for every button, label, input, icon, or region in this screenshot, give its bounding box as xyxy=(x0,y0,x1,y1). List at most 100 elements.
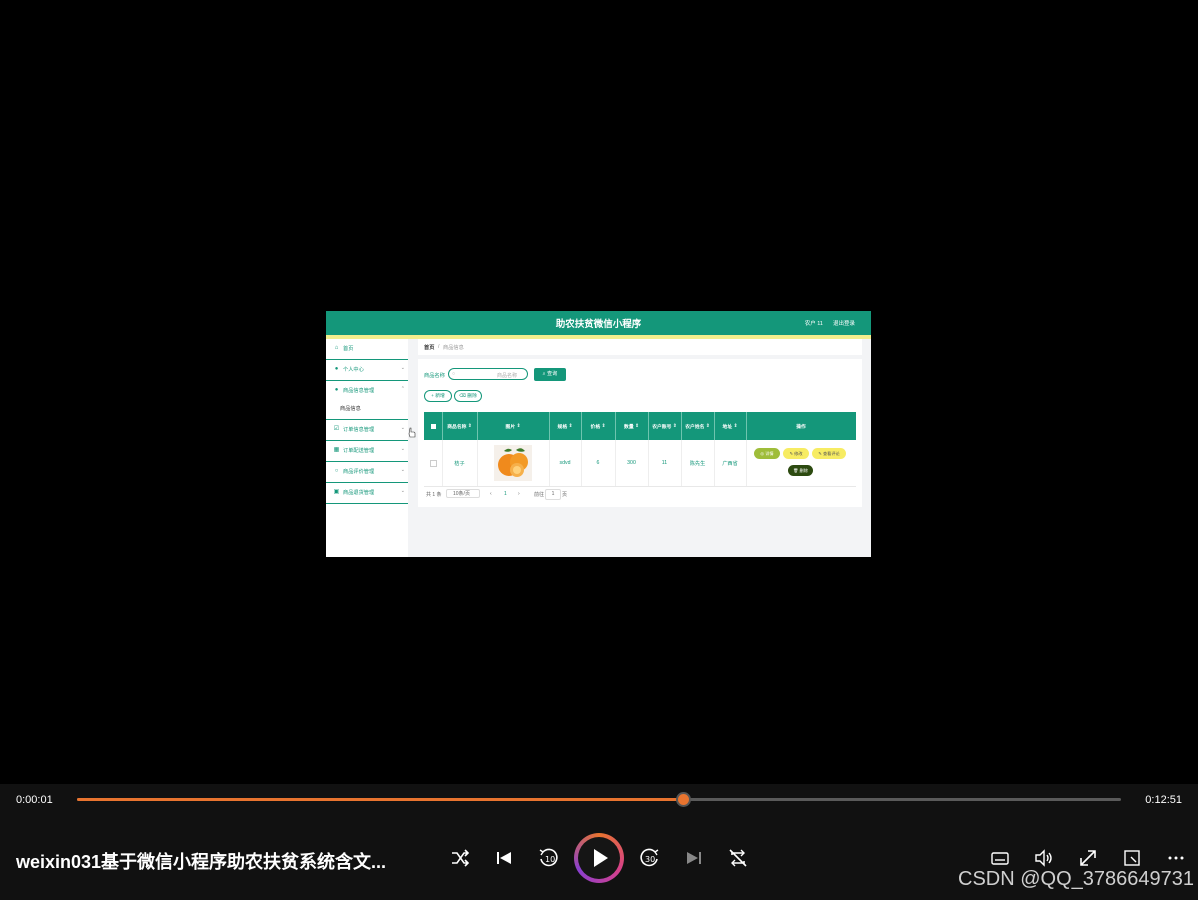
previous-icon[interactable] xyxy=(491,845,517,871)
prev-page-icon[interactable]: ‹ xyxy=(490,491,492,497)
search-icon: ⌕ xyxy=(542,371,546,377)
trash-icon: ⌫ xyxy=(459,394,466,399)
cell-price: 6 xyxy=(581,440,616,486)
hand-cursor-icon xyxy=(408,427,416,438)
delivery-icon: ▦ xyxy=(333,447,340,453)
page-size-select[interactable]: 10条/页 xyxy=(446,489,480,498)
sidebar: ⌂ 首页 ● 个人中心 ⌄ ● 商品信息管理 ⌃ 商品信息 ☑ 订单信息管理 ⌄… xyxy=(326,339,408,557)
column-header-label: 地址 xyxy=(722,424,733,430)
play-button[interactable] xyxy=(574,833,624,883)
svg-text:30: 30 xyxy=(645,855,655,864)
column-header[interactable]: 商品名称 ⇕ xyxy=(442,412,478,440)
column-header-label: 操作 xyxy=(796,424,806,430)
rewind-10-icon[interactable]: 10 xyxy=(535,845,561,871)
query-button-label: 查询 xyxy=(546,371,558,377)
column-header[interactable]: 农户账号 ⇕ xyxy=(648,412,682,440)
cell-farmer-account: 11 xyxy=(648,440,682,486)
next-icon[interactable] xyxy=(681,845,707,871)
breadcrumb-separator: / xyxy=(438,344,440,350)
sidebar-item-orders[interactable]: ☑ 订单信息管理 ⌄ xyxy=(326,420,408,441)
chevron-down-icon: ⌄ xyxy=(400,467,405,473)
sidebar-item-label: 首页 xyxy=(343,346,354,352)
page-unit-label: 页 xyxy=(562,492,568,498)
seek-bar-thumb[interactable] xyxy=(675,792,691,807)
column-header-label: 商品名称 xyxy=(447,424,467,430)
cell-quantity: 300 xyxy=(615,440,649,486)
view-comments-label: 查看评论 xyxy=(822,451,840,456)
search-input[interactable]: ○ 商品名称 xyxy=(448,368,528,380)
detail-button[interactable]: ◎ 详情 xyxy=(754,448,780,459)
sidebar-item-label: 订单信息管理 xyxy=(343,427,375,433)
goto-label: 前往 xyxy=(534,492,545,498)
app-title: 助农扶贫微信小程序 xyxy=(555,319,642,330)
chevron-down-icon: ⌄ xyxy=(400,488,405,494)
add-button[interactable]: + 新增 xyxy=(424,390,452,402)
cell-spec: sdvd xyxy=(549,440,582,486)
seek-bar[interactable] xyxy=(77,792,1121,807)
goto-page-input[interactable]: 1 xyxy=(545,489,561,500)
video-frame: 助农扶贫微信小程序 农户 11 退出登录 ⌂ 首页 ● 个人中心 ⌄ ● 商品信… xyxy=(326,311,871,557)
sidebar-item-label: 商品信息管理 xyxy=(343,388,375,394)
column-header-label: 规格 xyxy=(557,424,568,430)
detail-button-label: 详情 xyxy=(765,451,774,456)
seek-bar-progress xyxy=(77,798,683,801)
query-button[interactable]: ⌕ 查询 xyxy=(534,368,566,381)
select-all-checkbox[interactable] xyxy=(424,412,443,440)
column-header[interactable]: 规格 ⇕ xyxy=(549,412,582,440)
logout-link[interactable]: 退出登录 xyxy=(833,319,855,327)
sidebar-item-reviews[interactable]: ○ 商品评价管理 ⌄ xyxy=(326,462,408,483)
view-comments-button[interactable]: ✎ 查看评论 xyxy=(812,448,846,459)
app-header: 助农扶贫微信小程序 农户 11 退出登录 xyxy=(326,311,871,335)
breadcrumb: 首页 / 商品信息 xyxy=(418,339,862,355)
delete-button[interactable]: 🗑 删除 xyxy=(788,465,813,476)
shuffle-icon[interactable] xyxy=(447,845,473,871)
column-header[interactable]: 价格 ⇕ xyxy=(581,412,616,440)
svg-text:10: 10 xyxy=(545,855,555,864)
delete-selected-label: 删除 xyxy=(467,394,477,399)
breadcrumb-current: 商品信息 xyxy=(443,345,464,351)
row-checkbox[interactable] xyxy=(424,440,443,486)
column-header-label: 价格 xyxy=(590,424,601,430)
column-header-label: 数量 xyxy=(624,424,634,430)
column-header[interactable]: 农户姓名 ⇕ xyxy=(681,412,715,440)
comment-icon: ○ xyxy=(334,468,339,474)
home-icon: ⌂ xyxy=(334,345,339,351)
column-header[interactable]: 地址 ⇕ xyxy=(714,412,747,440)
watermark: CSDN @QQ_3786649731 xyxy=(958,868,1194,890)
sidebar-item-delivery[interactable]: ▦ 订单配送管理 ⌄ xyxy=(326,441,408,462)
delete-button-label: 删除 xyxy=(799,468,808,473)
search-label: 商品名称 xyxy=(424,373,445,379)
current-time: 0:00:01 xyxy=(16,794,53,806)
chevron-down-icon: ⌄ xyxy=(400,425,405,431)
sidebar-item-label: 订单配送管理 xyxy=(343,448,375,454)
column-header[interactable]: 数量 ⇕ xyxy=(615,412,649,440)
current-page[interactable]: 1 xyxy=(504,491,507,497)
player-controls: 0:00:01 0:12:51 weixin031基于微信小程序助农扶贫系统含文… xyxy=(0,784,1198,900)
lock-icon: ▣ xyxy=(333,489,340,495)
sidebar-item-products[interactable]: ● 商品信息管理 ⌃ 商品信息 xyxy=(326,381,408,420)
cell-actions: ◎ 详情 ✎ 修改 ✎ 查看评论 🗑 删除 xyxy=(746,440,856,486)
user-icon: ● xyxy=(334,366,339,372)
delete-selected-button[interactable]: ⌫ 删除 xyxy=(454,390,482,402)
pagination-total: 共 1 条 xyxy=(426,492,442,498)
next-page-icon[interactable]: › xyxy=(518,491,520,497)
product-panel: 商品名称 ○ 商品名称 ⌕ 查询 + 新增 ⌫ 删除 商品名称 ⇕ 图片 ⇕ 规… xyxy=(418,359,862,507)
sidebar-item-home[interactable]: ⌂ 首页 xyxy=(326,339,408,360)
edit-button[interactable]: ✎ 修改 xyxy=(783,448,809,459)
order-icon: ☑ xyxy=(333,426,340,432)
column-header[interactable]: 图片 ⇕ xyxy=(477,412,550,440)
pagination: 共 1 条 10条/页 ‹ 1 › 前往 1 页 xyxy=(424,489,724,501)
chevron-down-icon: ⌄ xyxy=(400,365,405,371)
table-row: 桔子 sdvd 6 300 11 陈先生 广西省 ◎ 详情 ✎ 修改 ✎ 查看评… xyxy=(424,440,856,487)
sidebar-item-label: 商品退货管理 xyxy=(343,490,375,496)
sidebar-item-label: 商品评价管理 xyxy=(343,469,375,475)
forward-30-icon[interactable]: 30 xyxy=(637,845,663,871)
sidebar-item-returns[interactable]: ▣ 商品退货管理 ⌄ xyxy=(326,483,408,504)
column-header-label: 图片 xyxy=(505,424,516,430)
user-icon: ● xyxy=(334,387,339,393)
repeat-off-icon[interactable] xyxy=(725,845,751,871)
sidebar-item-profile[interactable]: ● 个人中心 ⌄ xyxy=(326,360,408,381)
sidebar-subitem-product-info[interactable]: 商品信息 xyxy=(340,405,361,412)
breadcrumb-home[interactable]: 首页 xyxy=(424,344,434,351)
sidebar-item-label: 个人中心 xyxy=(343,367,364,373)
